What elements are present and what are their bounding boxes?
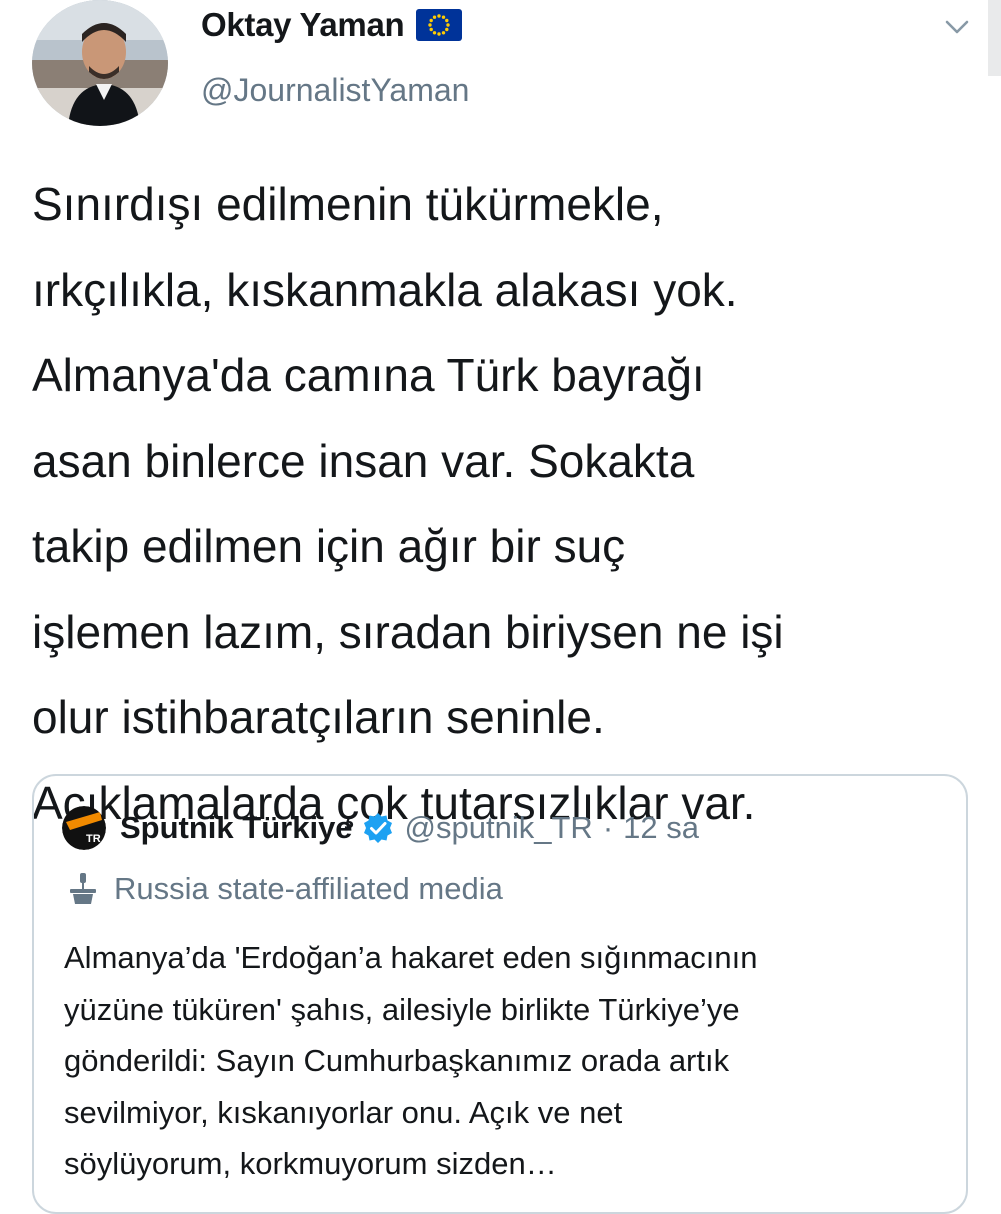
tweet-menu-button[interactable] xyxy=(940,10,974,44)
quoted-line: söylüyorum, korkmuyorum sizden… xyxy=(64,1146,557,1181)
quoted-tweet-text: Almanya’da 'Erdoğan’a hakaret eden sığın… xyxy=(64,932,954,1190)
tweet-line: ırkçılıkla, kıskanmakla alakası yok. xyxy=(32,263,738,316)
state-media-label-text[interactable]: Russia state-affiliated media xyxy=(114,871,503,907)
quoted-line: sevilmiyor, kıskanıyorlar onu. Açık ve n… xyxy=(64,1094,623,1130)
verified-badge-icon xyxy=(361,811,395,845)
sputnik-logo-icon[interactable]: TR xyxy=(62,806,106,850)
quoted-tweet-card[interactable]: TR Sputnik Türkiye @sputnik_TR · 12 sa R… xyxy=(32,774,968,1214)
tweet-line: Sınırdışı edilmenin tükürmekle, xyxy=(32,178,664,230)
quoted-display-name[interactable]: Sputnik Türkiye xyxy=(120,810,353,846)
author-handle[interactable]: @JournalistYaman xyxy=(201,72,469,109)
tweet-text: Sınırdışı edilmenin tükürmekle, ırkçılık… xyxy=(32,162,977,846)
tweet-line: işlemen lazım, sıradan biriysen ne işi xyxy=(32,605,784,658)
tweet-line: takip edilmen için ağır bir suç xyxy=(32,520,626,572)
quoted-handle[interactable]: @sputnik_TR xyxy=(405,810,593,846)
separator-dot: · xyxy=(602,810,614,845)
chevron-down-icon xyxy=(945,20,969,34)
author-display-name[interactable]: Oktay Yaman xyxy=(201,6,405,44)
scrollbar-thumb[interactable] xyxy=(988,0,1001,76)
svg-text:TR: TR xyxy=(86,833,101,845)
avatar[interactable] xyxy=(32,0,168,126)
author-name-row: Oktay Yaman xyxy=(201,6,463,44)
eu-flag-icon xyxy=(416,9,463,41)
quoted-line: Almanya’da 'Erdoğan’a hakaret eden sığın… xyxy=(64,940,758,975)
tweet-line: asan binlerce insan var. Sokakta xyxy=(32,434,695,487)
quoted-timestamp[interactable]: 12 sa xyxy=(623,810,699,846)
tweet-line: Almanya'da camına Türk bayrağı xyxy=(32,349,705,401)
quoted-line: yüzüne tüküren' şahıs, ailesiyle birlikt… xyxy=(64,991,740,1027)
podium-icon xyxy=(64,870,102,908)
quoted-tweet-header: TR Sputnik Türkiye @sputnik_TR · 12 sa xyxy=(62,806,699,850)
tweet-line: olur istihbaratçıların seninle. xyxy=(32,691,605,743)
quoted-line: gönderildi: Sayın Cumhurbaşkanımız orada… xyxy=(64,1043,730,1078)
state-media-label[interactable]: Russia state-affiliated media xyxy=(64,870,503,908)
